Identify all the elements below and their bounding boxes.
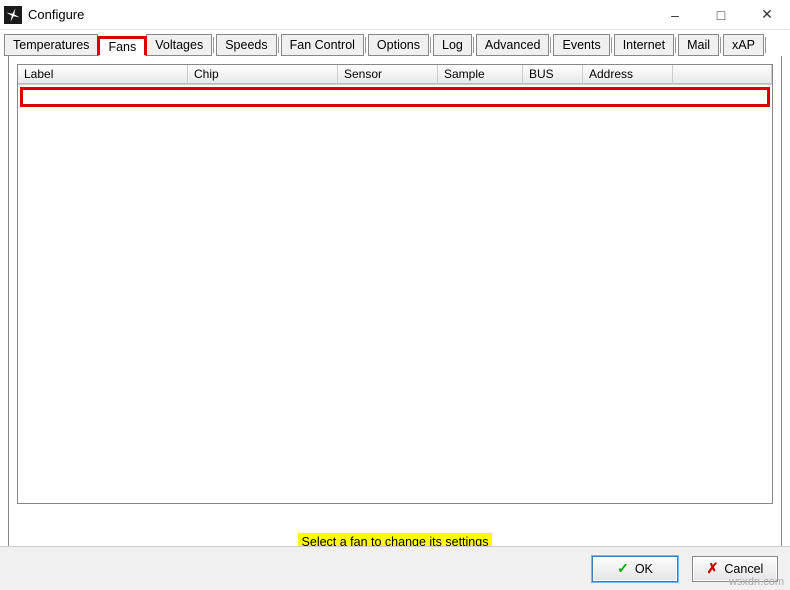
column-bus[interactable]: BUS bbox=[523, 65, 583, 85]
tab-temperatures[interactable]: Temperatures bbox=[4, 34, 98, 56]
ok-label: OK bbox=[635, 562, 653, 576]
tab-log[interactable]: Log bbox=[433, 34, 472, 56]
selected-row-highlight[interactable] bbox=[20, 87, 770, 107]
tab-separator bbox=[765, 37, 766, 53]
tab-xap[interactable]: xAP bbox=[723, 34, 764, 56]
tab-internet[interactable]: Internet bbox=[614, 34, 674, 56]
tab-separator bbox=[213, 37, 214, 53]
tab-options[interactable]: Options bbox=[368, 34, 429, 56]
app-icon bbox=[4, 6, 22, 24]
fan-listview[interactable]: Label Chip Sensor Sample BUS Address bbox=[17, 64, 773, 504]
watermark: wsxdn.com bbox=[729, 576, 784, 588]
tab-fan-control[interactable]: Fan Control bbox=[281, 34, 364, 56]
tab-events[interactable]: Events bbox=[553, 34, 609, 56]
cancel-label: Cancel bbox=[724, 562, 763, 576]
close-button[interactable]: ✕ bbox=[744, 0, 790, 29]
tab-separator bbox=[473, 37, 474, 53]
column-label[interactable]: Label bbox=[18, 65, 188, 85]
tab-panel-fans: Label Chip Sensor Sample BUS Address Sel… bbox=[8, 56, 782, 558]
tab-strip: Temperatures Fans Voltages Speeds Fan Co… bbox=[0, 30, 790, 56]
tab-fans[interactable]: Fans bbox=[97, 36, 147, 56]
check-icon: ✓ bbox=[617, 560, 629, 577]
minimize-button[interactable]: – bbox=[652, 0, 698, 29]
column-sensor[interactable]: Sensor bbox=[338, 65, 438, 85]
column-address[interactable]: Address bbox=[583, 65, 673, 85]
tab-separator bbox=[430, 37, 431, 53]
tab-mail[interactable]: Mail bbox=[678, 34, 719, 56]
column-chip[interactable]: Chip bbox=[188, 65, 338, 85]
window-controls: – □ ✕ bbox=[652, 0, 790, 29]
title-bar: Configure – □ ✕ bbox=[0, 0, 790, 30]
tab-separator bbox=[278, 37, 279, 53]
column-headers: Label Chip Sensor Sample BUS Address bbox=[18, 65, 772, 85]
tab-separator bbox=[720, 37, 721, 53]
tab-voltages[interactable]: Voltages bbox=[146, 34, 212, 56]
window-title: Configure bbox=[28, 7, 84, 22]
cross-icon: ✗ bbox=[707, 560, 719, 577]
maximize-button[interactable]: □ bbox=[698, 0, 744, 29]
dialog-button-bar: ✓ OK ✗ Cancel bbox=[0, 546, 790, 590]
column-filler bbox=[673, 65, 772, 85]
tab-separator bbox=[550, 37, 551, 53]
column-sample[interactable]: Sample bbox=[438, 65, 523, 85]
tab-separator bbox=[675, 37, 676, 53]
ok-button[interactable]: ✓ OK bbox=[592, 556, 678, 582]
tab-separator bbox=[611, 37, 612, 53]
tab-separator bbox=[365, 37, 366, 53]
tab-speeds[interactable]: Speeds bbox=[216, 34, 276, 56]
tab-advanced[interactable]: Advanced bbox=[476, 34, 550, 56]
